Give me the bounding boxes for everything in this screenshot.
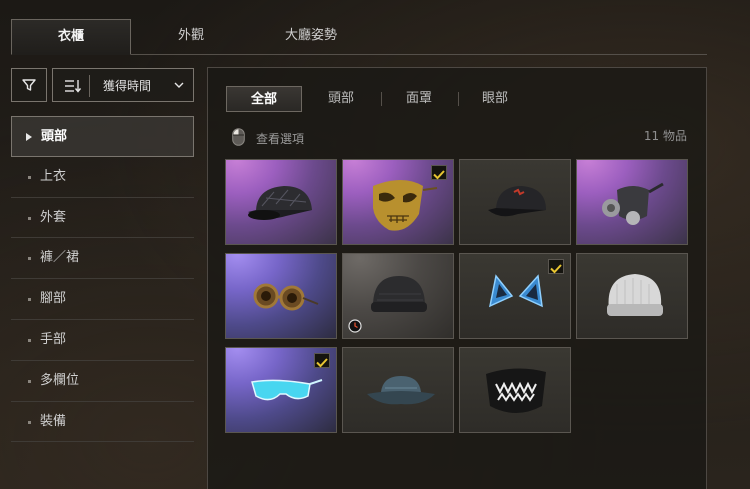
item-tile-black-cap[interactable] <box>459 159 571 245</box>
bullet-icon <box>28 379 31 383</box>
bullet-icon <box>28 175 31 179</box>
subtab-separator <box>381 92 382 106</box>
bullet-icon <box>28 257 31 261</box>
subtab-separator <box>458 92 459 106</box>
category-label: 頭部 <box>41 129 68 144</box>
item-tile-shark-teeth-mask[interactable] <box>459 347 571 433</box>
sort-divider <box>89 75 90 97</box>
tab-wardrobe[interactable]: 衣櫃 <box>11 19 131 55</box>
items-panel: 全部 頭部 面罩 眼部 查看選項 11 物品 <box>207 67 707 489</box>
category-list: 頭部 上衣 外套 褲／裙 腳部 手部 多欄位 裝備 <box>11 116 194 443</box>
category-label: 腳部 <box>40 291 67 307</box>
category-hands[interactable]: 手部 <box>11 320 194 361</box>
item-count: 11 物品 <box>643 129 687 143</box>
chevron-down-icon <box>174 82 184 88</box>
category-equipment[interactable]: 裝備 <box>11 402 194 443</box>
category-multi-slot[interactable]: 多欄位 <box>11 361 194 402</box>
shark-teeth-mask-icon <box>486 368 546 413</box>
black-cap-icon <box>488 186 546 217</box>
item-tile-bucket-hat[interactable] <box>342 347 454 433</box>
category-label: 多欄位 <box>40 372 80 388</box>
view-options-label: 查看選項 <box>256 132 305 146</box>
sort-dropdown[interactable]: 獲得時間 <box>52 68 194 102</box>
subtab-all[interactable]: 全部 <box>226 86 302 112</box>
bullet-icon <box>28 338 31 342</box>
category-label: 外套 <box>40 209 67 225</box>
item-tile-gold-skull-mask[interactable] <box>342 159 454 245</box>
top-tab-bar: 衣櫃 外觀 大廳姿勢 <box>11 19 707 55</box>
bullet-icon <box>28 420 31 424</box>
category-head[interactable]: 頭部 <box>11 116 194 157</box>
category-coat[interactable]: 外套 <box>11 198 194 239</box>
subtab-mask[interactable]: 面罩 <box>394 86 444 112</box>
steampunk-goggles-icon <box>253 283 319 311</box>
category-pants[interactable]: 褲／裙 <box>11 238 194 280</box>
item-tile-patterned-cap[interactable] <box>225 159 337 245</box>
bucket-hat-icon <box>367 376 435 405</box>
mouse-icon <box>232 128 245 146</box>
checkmark-icon <box>550 264 562 274</box>
category-label: 褲／裙 <box>40 250 80 266</box>
category-label: 裝備 <box>40 413 67 429</box>
item-tile-cat-ears[interactable] <box>459 253 571 339</box>
gas-mask-icon <box>602 182 664 225</box>
checkmark-icon <box>316 358 328 368</box>
category-label: 手部 <box>40 331 67 347</box>
filter-button[interactable] <box>11 68 47 102</box>
filter-icon <box>22 79 36 91</box>
item-tile-white-beanie[interactable] <box>576 253 688 339</box>
white-beanie-icon <box>607 274 663 316</box>
bullet-icon <box>28 298 31 302</box>
item-tile-gray-beanie[interactable] <box>342 253 454 339</box>
subtab-head[interactable]: 頭部 <box>316 86 366 112</box>
category-top[interactable]: 上衣 <box>11 157 194 198</box>
category-feet[interactable]: 腳部 <box>11 279 194 320</box>
checkmark-icon <box>433 170 445 180</box>
item-tile-cyan-sunglasses[interactable] <box>225 347 337 433</box>
subtab-eyes[interactable]: 眼部 <box>470 86 520 112</box>
bullet-icon <box>28 216 31 220</box>
tab-lobby-pose[interactable]: 大廳姿勢 <box>261 19 361 55</box>
selected-triangle-icon <box>26 133 32 141</box>
patterned-cap-icon <box>248 186 312 220</box>
item-tile-steampunk-goggles[interactable] <box>225 253 337 339</box>
category-label: 上衣 <box>40 168 67 184</box>
equipped-check <box>548 259 564 274</box>
sort-lines-icon <box>65 80 81 93</box>
tab-appearance[interactable]: 外觀 <box>141 19 241 55</box>
item-tile-gas-mask[interactable] <box>576 159 688 245</box>
equipped-check <box>314 353 330 368</box>
sort-label: 獲得時間 <box>103 79 152 93</box>
clock-icon <box>348 319 362 333</box>
equipped-check <box>431 165 447 180</box>
